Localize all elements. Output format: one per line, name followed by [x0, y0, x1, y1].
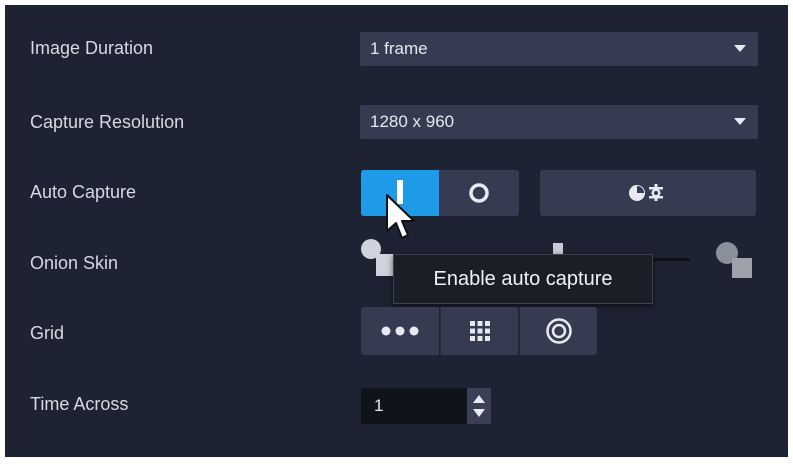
time-across-input[interactable]: 1	[361, 388, 467, 424]
capture-resolution-value: 1280 x 960	[370, 112, 455, 131]
capture-resolution-label: Capture Resolution	[30, 112, 185, 132]
chevron-down-icon	[734, 118, 746, 125]
mouse-pointer-icon	[386, 194, 415, 239]
auto-capture-off-button[interactable]	[439, 170, 519, 216]
dots-row-icon	[381, 326, 419, 336]
target-icon	[545, 318, 572, 344]
stepper-arrows-icon	[473, 395, 485, 417]
grid-dots-row-button[interactable]	[361, 307, 439, 355]
auto-capture-tooltip: Enable auto capture	[393, 254, 653, 304]
dots-grid-icon	[469, 321, 490, 341]
chevron-down-icon	[734, 45, 746, 52]
grid-label: Grid	[30, 323, 65, 343]
auto-capture-label: Auto Capture	[30, 182, 137, 202]
onion-skin-less-icon	[361, 239, 394, 276]
grid-dots-grid-button[interactable]	[440, 307, 518, 355]
auto-capture-settings-button[interactable]	[540, 170, 756, 216]
grid-target-button[interactable]	[519, 307, 597, 355]
timer-settings-icon	[629, 184, 663, 201]
onion-skin-more-icon	[716, 242, 752, 278]
time-across-stepper[interactable]	[467, 388, 491, 424]
circle-icon	[469, 183, 489, 203]
image-duration-label: Image Duration	[30, 38, 154, 58]
capture-resolution-select[interactable]: 1280 x 960	[360, 105, 758, 139]
image-duration-select[interactable]: 1 frame	[360, 32, 758, 66]
onion-skin-label: Onion Skin	[30, 253, 119, 273]
time-across-label: Time Across	[30, 394, 129, 414]
image-duration-value: 1 frame	[370, 39, 428, 58]
